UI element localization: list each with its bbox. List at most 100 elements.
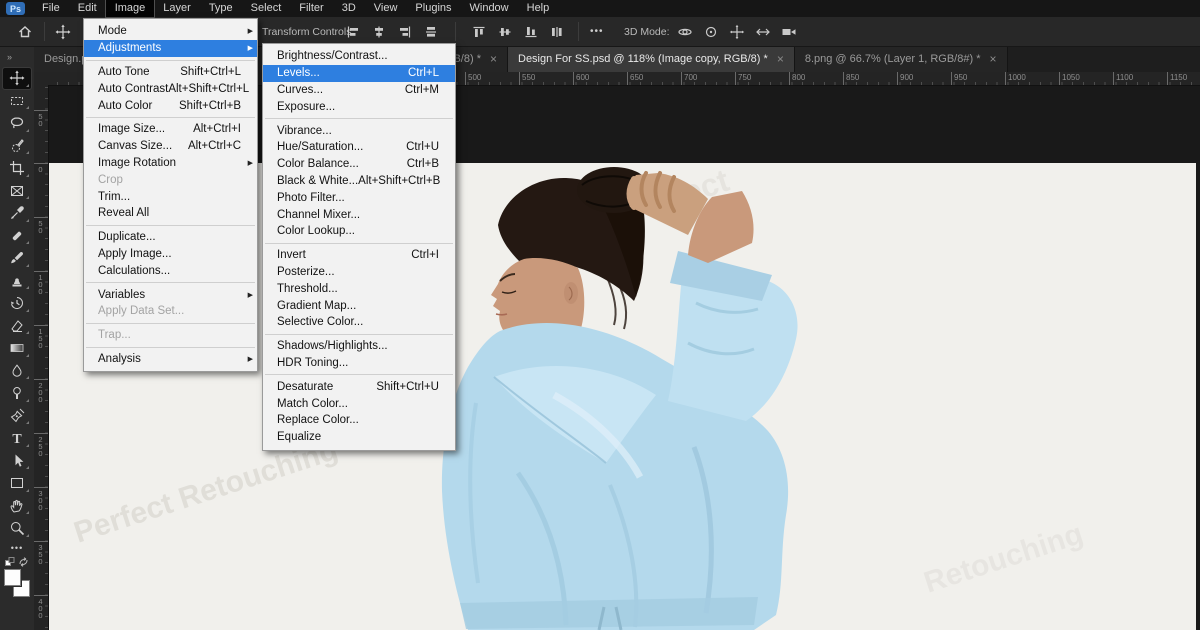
menu-item-image-size[interactable]: Image Size...Alt+Ctrl+I xyxy=(84,121,257,138)
drag-3d-icon[interactable] xyxy=(729,24,745,40)
menubar-item-filter[interactable]: Filter xyxy=(290,0,332,17)
frame-tool[interactable] xyxy=(3,180,31,201)
menu-item-threshold[interactable]: Threshold... xyxy=(263,280,455,297)
menu-item-posterize[interactable]: Posterize... xyxy=(263,264,455,281)
transform-controls-label[interactable]: Transform Controls xyxy=(262,17,351,46)
spot-healing-brush-tool[interactable] xyxy=(3,225,31,246)
move-tool[interactable] xyxy=(3,68,31,89)
menubar-item-type[interactable]: Type xyxy=(200,0,242,17)
menu-item-shadows-highlights[interactable]: Shadows/Highlights... xyxy=(263,338,455,355)
menubar-item-window[interactable]: Window xyxy=(461,0,518,17)
ruler-corner[interactable] xyxy=(34,72,49,86)
menu-item-channel-mixer[interactable]: Channel Mixer... xyxy=(263,206,455,223)
menu-item-desaturate[interactable]: DesaturateShift+Ctrl+U xyxy=(263,378,455,395)
menu-item-auto-color[interactable]: Auto ColorShift+Ctrl+B xyxy=(84,97,257,114)
menu-item-trim[interactable]: Trim... xyxy=(84,188,257,205)
menu-item-levels[interactable]: Levels...Ctrl+L xyxy=(263,65,455,82)
foreground-color-swatch[interactable] xyxy=(4,569,21,586)
menu-item-label: Image Rotation xyxy=(98,157,176,169)
menu-item-invert[interactable]: InvertCtrl+I xyxy=(263,247,455,264)
dodge-tool[interactable] xyxy=(3,383,31,404)
menubar-item-select[interactable]: Select xyxy=(242,0,291,17)
blur-tool[interactable] xyxy=(3,360,31,381)
distribute-vertical-centers-icon[interactable] xyxy=(424,25,438,39)
menu-item-duplicate[interactable]: Duplicate... xyxy=(84,229,257,246)
lasso-tool[interactable] xyxy=(3,113,31,134)
more-options-button[interactable]: ••• xyxy=(590,17,604,46)
dolly-3d-icon[interactable] xyxy=(781,24,797,40)
menu-item-black-white[interactable]: Black & White...Alt+Shift+Ctrl+B xyxy=(263,173,455,190)
menu-item-image-rotation[interactable]: Image Rotation▶ xyxy=(84,155,257,172)
align-bottom-edges-icon[interactable] xyxy=(524,25,538,39)
roll-3d-icon[interactable] xyxy=(703,24,719,40)
align-right-edges-icon[interactable] xyxy=(398,25,412,39)
menu-item-curves[interactable]: Curves...Ctrl+M xyxy=(263,82,455,99)
tab-close-icon[interactable]: × xyxy=(777,54,784,64)
menu-item-reveal-all[interactable]: Reveal All xyxy=(84,205,257,222)
menu-item-calculations[interactable]: Calculations... xyxy=(84,262,257,279)
menubar-item-3d[interactable]: 3D xyxy=(333,0,365,17)
clone-stamp-tool[interactable] xyxy=(3,270,31,291)
rectangular-marquee-tool[interactable] xyxy=(3,90,31,111)
menu-item-variables[interactable]: Variables▶ xyxy=(84,286,257,303)
brush-tool[interactable] xyxy=(3,248,31,269)
swap-colors-icon[interactable] xyxy=(18,557,29,567)
menubar-item-view[interactable]: View xyxy=(365,0,407,17)
menu-item-exposure[interactable]: Exposure... xyxy=(263,98,455,115)
document-tab[interactable]: 8.png @ 66.7% (Layer 1, RGB/8#) *× xyxy=(795,46,1008,72)
tab-close-icon[interactable]: × xyxy=(490,54,497,64)
eyedropper-tool[interactable] xyxy=(3,203,31,224)
menubar-item-plugins[interactable]: Plugins xyxy=(406,0,460,17)
menu-item-replace-color[interactable]: Replace Color... xyxy=(263,412,455,429)
align-horizontal-centers-icon[interactable] xyxy=(372,25,386,39)
menu-item-selective-color[interactable]: Selective Color... xyxy=(263,314,455,331)
tab-close-icon[interactable]: × xyxy=(989,54,996,64)
menu-item-analysis[interactable]: Analysis▶ xyxy=(84,351,257,368)
default-colors-icon[interactable] xyxy=(5,557,15,567)
menu-item-gradient-map[interactable]: Gradient Map... xyxy=(263,297,455,314)
distribute-horizontal-centers-icon[interactable] xyxy=(550,25,564,39)
align-vertical-centers-icon[interactable] xyxy=(498,25,512,39)
move-tool-options-icon[interactable] xyxy=(50,17,76,46)
quick-selection-tool[interactable] xyxy=(3,135,31,156)
type-tool[interactable]: T xyxy=(3,428,31,449)
menu-item-hdr-toning[interactable]: HDR Toning... xyxy=(263,355,455,372)
menu-item-photo-filter[interactable]: Photo Filter... xyxy=(263,189,455,206)
history-brush-tool[interactable] xyxy=(3,293,31,314)
menu-item-vibrance[interactable]: Vibrance... xyxy=(263,122,455,139)
menu-item-color-lookup[interactable]: Color Lookup... xyxy=(263,223,455,240)
align-top-edges-icon[interactable] xyxy=(472,25,486,39)
menu-item-auto-contrast[interactable]: Auto ContrastAlt+Shift+Ctrl+L xyxy=(84,80,257,97)
vertical-ruler[interactable]: 50050100150200250300350400 xyxy=(34,85,49,630)
crop-tool[interactable] xyxy=(3,158,31,179)
menu-item-color-balance[interactable]: Color Balance...Ctrl+B xyxy=(263,156,455,173)
menu-item-hue-saturation[interactable]: Hue/Saturation...Ctrl+U xyxy=(263,139,455,156)
menu-item-auto-tone[interactable]: Auto ToneShift+Ctrl+L xyxy=(84,64,257,81)
menu-item-mode[interactable]: Mode▶ xyxy=(84,23,257,40)
gradient-tool[interactable] xyxy=(3,338,31,359)
home-icon[interactable] xyxy=(12,17,38,46)
menu-item-apply-image[interactable]: Apply Image... xyxy=(84,246,257,263)
hand-tool[interactable] xyxy=(3,495,31,516)
menubar-item-layer[interactable]: Layer xyxy=(154,0,200,17)
rectangle-tool[interactable] xyxy=(3,473,31,494)
menubar-item-edit[interactable]: Edit xyxy=(69,0,106,17)
orbit-3d-icon[interactable] xyxy=(677,24,693,40)
menu-item-brightness-contrast[interactable]: Brightness/Contrast... xyxy=(263,48,455,65)
collapse-panel-icon[interactable]: » xyxy=(0,46,34,66)
edit-toolbar-button[interactable]: ••• xyxy=(0,543,34,553)
zoom-tool[interactable] xyxy=(3,518,31,539)
menu-item-canvas-size[interactable]: Canvas Size...Alt+Ctrl+C xyxy=(84,138,257,155)
menu-item-match-color[interactable]: Match Color... xyxy=(263,395,455,412)
menubar-item-image[interactable]: Image xyxy=(106,0,155,17)
align-left-edges-icon[interactable] xyxy=(346,25,360,39)
menu-item-adjustments[interactable]: Adjustments▶ xyxy=(84,40,257,57)
path-selection-tool[interactable] xyxy=(3,450,31,471)
menubar-item-help[interactable]: Help xyxy=(518,0,559,17)
eraser-tool[interactable] xyxy=(3,315,31,336)
slide-3d-icon[interactable] xyxy=(755,24,771,40)
menubar-item-file[interactable]: File xyxy=(33,0,69,17)
pen-tool[interactable] xyxy=(3,405,31,426)
menu-item-equalize[interactable]: Equalize xyxy=(263,429,455,446)
document-tab[interactable]: Design For SS.psd @ 118% (Image copy, RG… xyxy=(508,46,795,72)
